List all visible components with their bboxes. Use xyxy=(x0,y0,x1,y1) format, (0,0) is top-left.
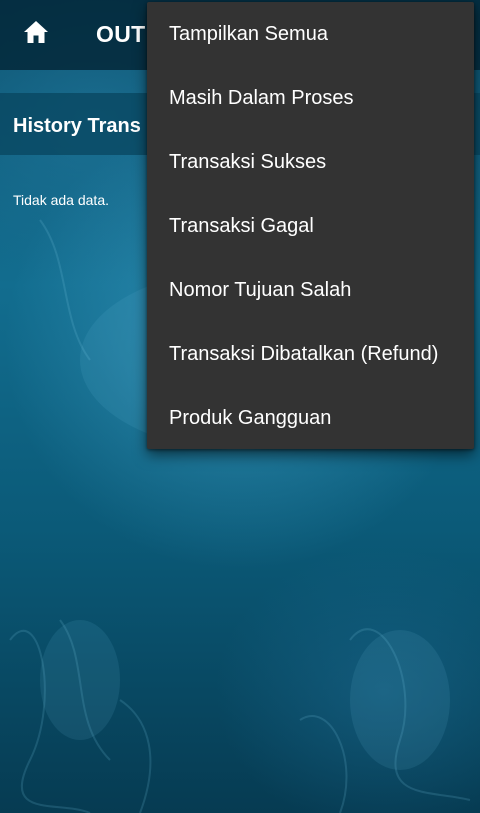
empty-state-text: Tidak ada data. xyxy=(13,192,109,208)
home-button[interactable] xyxy=(14,14,58,54)
page-title: OUT xyxy=(96,21,146,47)
menu-item-tampilkan-semua[interactable]: Tampilkan Semua xyxy=(147,2,474,66)
home-icon xyxy=(23,20,49,49)
menu-item-transaksi-gagal[interactable]: Transaksi Gagal xyxy=(147,194,474,258)
menu-item-masih-dalam-proses[interactable]: Masih Dalam Proses xyxy=(147,66,474,130)
menu-item-transaksi-dibatalkan[interactable]: Transaksi Dibatalkan (Refund) xyxy=(147,322,474,386)
section-title: History Trans xyxy=(13,115,141,137)
menu-item-produk-gangguan[interactable]: Produk Gangguan xyxy=(147,386,474,450)
filter-dropdown-menu: Tampilkan Semua Masih Dalam Proses Trans… xyxy=(147,2,474,449)
menu-item-nomor-tujuan-salah[interactable]: Nomor Tujuan Salah xyxy=(147,258,474,322)
menu-item-transaksi-sukses[interactable]: Transaksi Sukses xyxy=(147,130,474,194)
